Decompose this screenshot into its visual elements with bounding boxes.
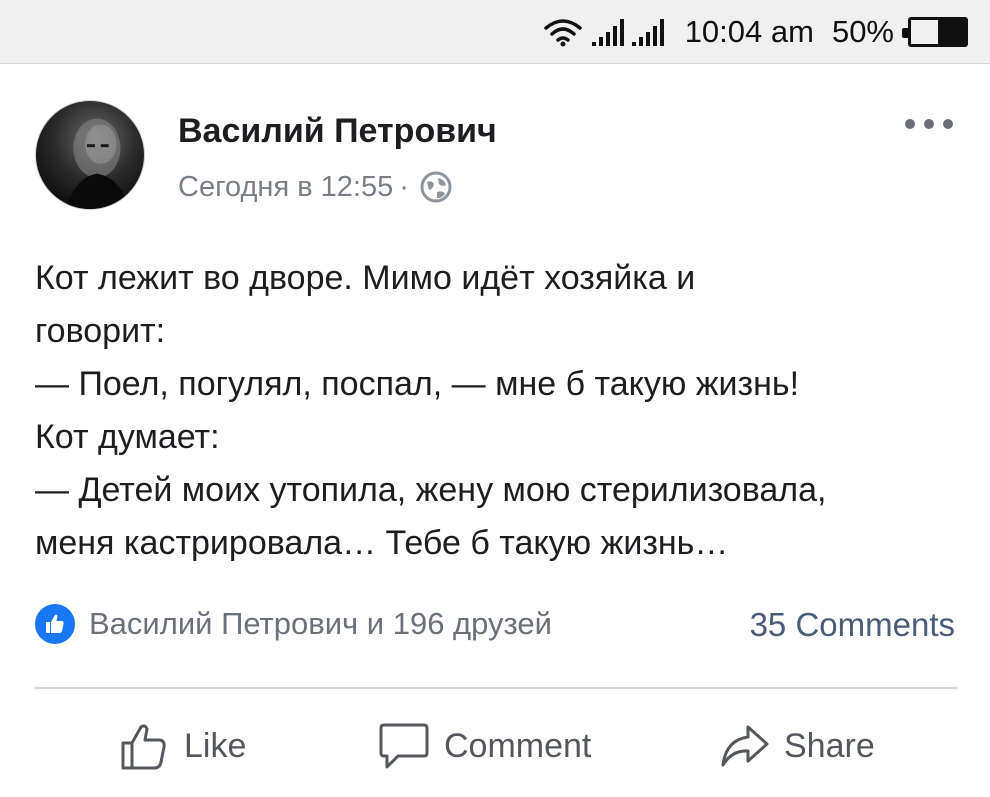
- post-text-line: — Детей моих утопила, жену мою стерилизо…: [35, 471, 827, 509]
- comments-count-link[interactable]: 35 Comments: [750, 606, 955, 644]
- author-name[interactable]: Василий Петрович: [178, 112, 497, 151]
- wifi-icon: [543, 19, 582, 47]
- share-label: Share: [784, 726, 875, 765]
- divider: [35, 687, 957, 689]
- share-arrow-icon: [721, 725, 769, 767]
- post-text-line: Кот думает:: [35, 418, 220, 456]
- reactions-text: Василий Петрович и 196 друзей: [89, 606, 552, 641]
- battery-icon: [902, 17, 968, 47]
- avatar-image: [65, 118, 131, 209]
- signal-icon: [591, 19, 624, 46]
- post-body: Кот лежит во дворе. Мимо идёт хозяйка и …: [35, 252, 960, 570]
- status-bar-right: 10:04 am 50%: [543, 12, 968, 52]
- reactions-summary[interactable]: Василий Петрович и 196 друзей: [35, 604, 552, 644]
- action-bar: Like Comment Share: [0, 716, 990, 776]
- battery-level: [938, 20, 965, 44]
- post-text-line: — Поел, погулял, поспал, — мне б такую ж…: [35, 365, 800, 403]
- share-button[interactable]: Share: [720, 716, 875, 776]
- comment-bubble-icon: [379, 723, 429, 769]
- post-text-line: говорит:: [35, 312, 166, 350]
- signal-icon: [631, 19, 664, 46]
- globe-icon: [420, 171, 452, 203]
- like-label: Like: [184, 726, 247, 765]
- meta-separator: ·: [399, 170, 409, 203]
- post-timestamp[interactable]: Сегодня в 12:55: [178, 171, 393, 204]
- thumbs-up-icon: [121, 724, 166, 770]
- post-header: Василий Петрович Сегодня в 12:55 ·: [35, 100, 955, 212]
- more-options-icon[interactable]: [903, 110, 955, 140]
- comment-label: Comment: [444, 726, 592, 765]
- comment-button[interactable]: Comment: [378, 716, 591, 776]
- like-reaction-icon: [35, 604, 75, 644]
- status-bar: 10:04 am 50%: [0, 0, 990, 64]
- avatar[interactable]: [35, 100, 145, 210]
- post-meta: Сегодня в 12:55 ·: [178, 170, 453, 204]
- battery-percent: 50%: [831, 14, 894, 49]
- post-text-line: меня кастрировала… Тебе б такую жизнь…: [35, 524, 729, 562]
- post-text-line: Кот лежит во дворе. Мимо идёт хозяйка и: [35, 259, 696, 297]
- like-button[interactable]: Like: [120, 716, 246, 776]
- status-time: 10:04 am: [684, 14, 814, 49]
